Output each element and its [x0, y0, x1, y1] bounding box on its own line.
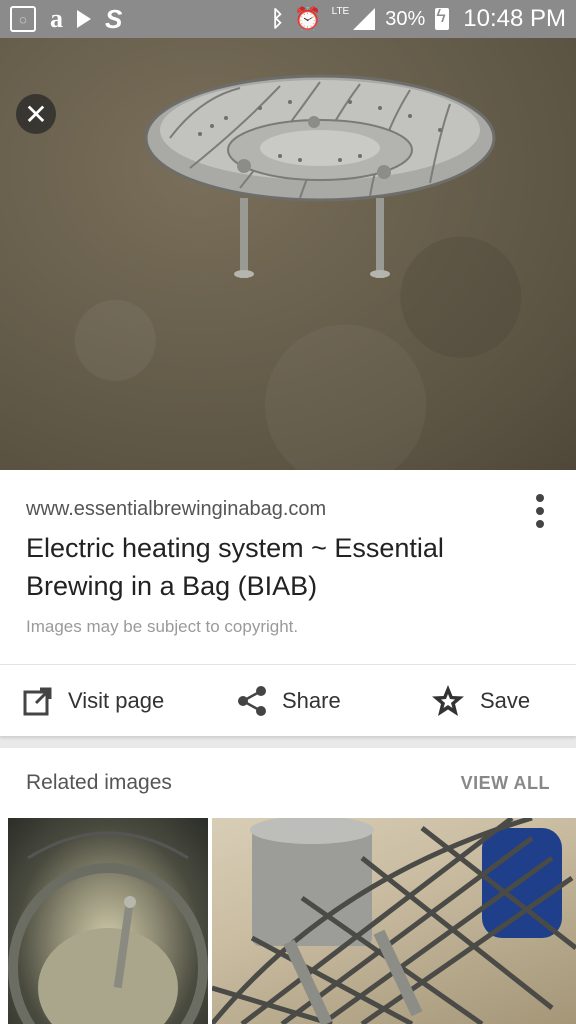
save-button[interactable]: Save [430, 683, 530, 719]
more-dot [536, 494, 544, 502]
visit-page-label: Visit page [68, 687, 165, 713]
copyright-note: Images may be subject to copyright. [26, 617, 299, 636]
action-row: Visit page Share Save [0, 664, 576, 736]
share-label: Share [282, 687, 341, 713]
more-options-button[interactable] [530, 494, 550, 528]
play-icon [77, 10, 91, 28]
grate-and-pot-illustration [212, 818, 576, 1024]
visit-page-button[interactable]: Visit page [22, 685, 164, 717]
star-save-icon [432, 684, 464, 716]
close-icon: ✕ [24, 98, 48, 130]
related-image-thumbnail[interactable] [212, 818, 576, 1024]
lte-label: LTE [331, 5, 350, 17]
more-dot [536, 507, 544, 515]
share-icon [238, 685, 266, 716]
amazon-icon: a [50, 4, 63, 33]
bluetooth-icon: ᛒ [271, 6, 285, 31]
source-url[interactable]: www.essentialbrewinginabag.com [26, 498, 550, 521]
related-images-title: Related images [26, 771, 172, 794]
open-external-icon [23, 687, 52, 715]
status-bar: ◌ a S ᛒ ⏰ LTE 30% 10:48 PM [0, 0, 576, 38]
clock: 10:48 PM [463, 5, 566, 32]
notification-square-icon: ◌ [10, 6, 36, 32]
save-label: Save [480, 687, 531, 713]
main-image[interactable]: ✕ [0, 38, 576, 470]
close-button[interactable]: ✕ [16, 94, 56, 134]
steamer-basket-illustration [144, 74, 496, 278]
result-title[interactable]: Electric heating system ~ Essential Brew… [26, 529, 506, 605]
battery-percent: 30% [385, 7, 426, 30]
alarm-icon: ⏰ [294, 6, 322, 31]
battery-charging-icon [435, 6, 450, 30]
share-button[interactable]: Share [236, 685, 341, 717]
view-all-button[interactable]: VIEW ALL [461, 773, 550, 794]
more-dot [536, 520, 544, 528]
related-images-grid [0, 818, 576, 1024]
signal-icon [353, 8, 376, 30]
kettle-interior-illustration [8, 831, 208, 1024]
related-image-thumbnail[interactable] [8, 818, 208, 1024]
related-images-header: Related images VIEW ALL [0, 748, 576, 818]
result-info-card: www.essentialbrewinginabag.com Electric … [0, 470, 576, 664]
s-app-icon: S [105, 3, 123, 34]
